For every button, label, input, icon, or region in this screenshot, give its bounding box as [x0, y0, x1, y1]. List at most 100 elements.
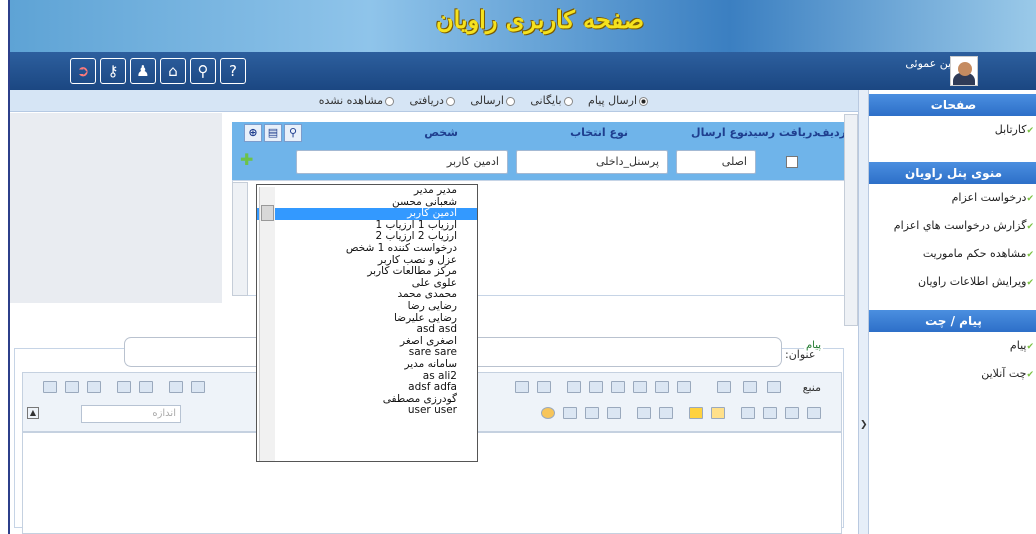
- tab-unseen[interactable]: مشاهده نشده: [319, 94, 395, 107]
- sidebar: صفحات ✔کارتابل منوی پنل راویان ✔درخواست …: [868, 90, 1036, 534]
- sidebar-item-message[interactable]: ✔پیام: [869, 332, 1036, 360]
- indent-icon[interactable]: [117, 381, 131, 393]
- exit-icon[interactable]: ➲: [70, 58, 96, 84]
- list-item[interactable]: رضایی رضا: [257, 300, 477, 313]
- list-item[interactable]: asd asd: [257, 324, 477, 336]
- unlink-icon[interactable]: [65, 381, 79, 393]
- bulleted-list-icon[interactable]: [169, 381, 183, 393]
- tab-archive[interactable]: بایگانی: [530, 94, 573, 107]
- tab-received[interactable]: دریافتی: [410, 94, 455, 107]
- text-color-icon[interactable]: [689, 407, 703, 419]
- list-item[interactable]: adsf adfa: [257, 381, 477, 394]
- insert-image-icon[interactable]: [607, 407, 621, 419]
- align-right-icon[interactable]: [785, 407, 799, 419]
- template-icon[interactable]: [717, 381, 731, 393]
- tab-send-message[interactable]: ارسال پیام: [588, 94, 648, 107]
- add-icon[interactable]: ✚: [240, 150, 253, 169]
- flash-icon[interactable]: [659, 407, 673, 419]
- sidebar-splitter[interactable]: ❯: [858, 90, 868, 534]
- paste-icon[interactable]: [633, 381, 647, 393]
- outdent-icon[interactable]: [139, 381, 153, 393]
- search-icon[interactable]: ⚲: [284, 124, 302, 142]
- person-select[interactable]: ادمین کاربر: [296, 150, 508, 174]
- sidebar-item-label: کارتابل: [994, 123, 1027, 136]
- home-icon[interactable]: ⌂: [160, 58, 186, 84]
- send-type-cell[interactable]: اصلی: [676, 150, 756, 174]
- preview-icon[interactable]: [743, 381, 757, 393]
- redo-icon[interactable]: [537, 381, 551, 393]
- select-type-cell[interactable]: پرسنل_داخلی: [516, 150, 668, 174]
- left-empty-pane: [10, 113, 222, 303]
- sidebar-item-label: درخواست اعزام: [951, 191, 1027, 204]
- check-icon: ✔: [1026, 342, 1034, 352]
- header-banner: صفحه کاربری راویان: [10, 0, 1036, 52]
- sidebar-item-online-chat[interactable]: ✔چت آنلاین: [869, 360, 1036, 388]
- page-title: صفحه کاربری راویان: [435, 5, 645, 34]
- sidebar-item-label: گزارش درخواست هاي اعزام: [893, 219, 1027, 232]
- list-item[interactable]: user user: [257, 405, 477, 417]
- sidebar-item-label: پیام: [1009, 339, 1027, 352]
- sidebar-section-title: پیام / چت: [869, 310, 1036, 332]
- list-item[interactable]: سامانه مدیر: [257, 358, 477, 371]
- col-select-type: نوع انتخاب: [570, 126, 628, 139]
- align-center-icon[interactable]: [763, 407, 777, 419]
- search-icon[interactable]: ⚲: [190, 58, 216, 84]
- table-icon[interactable]: [585, 407, 599, 419]
- sidebar-item-cartable[interactable]: ✔کارتابل: [869, 116, 1036, 144]
- tab-sent[interactable]: ارسالی: [470, 94, 515, 107]
- collapse-toolbar-icon[interactable]: ▲: [27, 407, 39, 419]
- doc-icon[interactable]: [767, 381, 781, 393]
- undo-icon[interactable]: [515, 381, 529, 393]
- recipients-grid-header: ردیف دریافت رسید نوع ارسال نوع انتخاب شخ…: [232, 122, 848, 144]
- col-receipt: دریافت رسید: [747, 126, 818, 139]
- col-send-type: نوع ارسال: [691, 126, 748, 139]
- paste-word-icon[interactable]: [589, 381, 603, 393]
- paste-text-icon[interactable]: [611, 381, 625, 393]
- image-icon[interactable]: [637, 407, 651, 419]
- align-left-icon[interactable]: [741, 407, 755, 419]
- anchor-icon[interactable]: [43, 381, 57, 393]
- font-size-select[interactable]: اندازه: [81, 405, 181, 423]
- col-row: ردیف: [816, 126, 846, 139]
- list-icon[interactable]: ▤: [264, 124, 282, 142]
- list-item[interactable]: درخواست کننده 1 شخص: [257, 242, 477, 255]
- dropdown-scrollbar[interactable]: [259, 187, 275, 461]
- smiley-icon[interactable]: [541, 407, 555, 419]
- check-icon: ✔: [1026, 370, 1034, 380]
- main-scrollbar[interactable]: [844, 114, 858, 326]
- col-person: شخص: [424, 126, 458, 139]
- check-icon: ✔: [1026, 250, 1034, 260]
- sidebar-section-title: صفحات: [869, 94, 1036, 116]
- help-icon[interactable]: ?: [220, 58, 246, 84]
- key-icon[interactable]: ⚷: [100, 58, 126, 84]
- sidebar-section-title: منوی پنل راویان: [869, 162, 1036, 184]
- copy-icon[interactable]: [655, 381, 669, 393]
- sidebar-item-label: ويرايش اطلاعات راويان: [918, 275, 1027, 288]
- grid-scrollbar[interactable]: [232, 182, 248, 296]
- check-icon: ✔: [1026, 194, 1034, 204]
- link-icon[interactable]: [87, 381, 101, 393]
- numbered-list-icon[interactable]: [191, 381, 205, 393]
- sidebar-item-label: مشاهده حکم ماموريت: [922, 247, 1027, 260]
- check-icon: ✔: [1026, 222, 1034, 232]
- top-toolbar: ? ⚲ ⌂ ♟ ⚷ ➲ حسین عموئی: [10, 52, 1036, 90]
- zoom-icon[interactable]: ⊕: [244, 124, 262, 142]
- hr-icon[interactable]: [563, 407, 577, 419]
- sidebar-item-edit-info[interactable]: ✔ويرايش اطلاعات راويان: [869, 268, 1036, 296]
- bg-color-icon[interactable]: [711, 407, 725, 419]
- chevron-icon[interactable]: ❯: [860, 420, 868, 430]
- users-icon[interactable]: ♟: [130, 58, 156, 84]
- message-tabs: ارسال پیام بایگانی ارسالی دریافتی مشاهده…: [10, 90, 858, 112]
- sidebar-item-dispatch-report[interactable]: ✔گزارش درخواست هاي اعزام: [869, 212, 1036, 240]
- sidebar-item-dispatch-request[interactable]: ✔درخواست اعزام: [869, 184, 1036, 212]
- list-item[interactable]: مرکز مطالعات کاربر: [257, 266, 477, 278]
- print-icon[interactable]: [567, 381, 581, 393]
- justify-icon[interactable]: [807, 407, 821, 419]
- sidebar-item-mission-order[interactable]: ✔مشاهده حکم ماموريت: [869, 240, 1036, 268]
- list-item[interactable]: مدیر مدیر: [257, 185, 477, 197]
- source-button[interactable]: منبع: [803, 381, 821, 394]
- receipt-checkbox[interactable]: [786, 156, 798, 168]
- cut-icon[interactable]: [677, 381, 691, 393]
- scroll-thumb[interactable]: [261, 205, 274, 221]
- person-dropdown-list[interactable]: مدیر مدیر شعبانی محسن ادمین کاربر ارزیاب…: [256, 184, 478, 462]
